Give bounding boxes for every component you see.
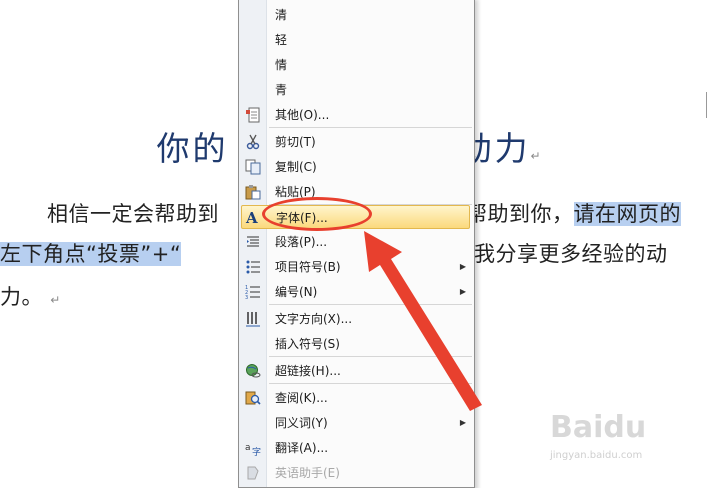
watermark: Baidu jingyan.baidu.com: [540, 400, 700, 470]
watermark-url: jingyan.baidu.com: [550, 450, 643, 461]
baidu-logo: Baidu: [550, 410, 647, 445]
